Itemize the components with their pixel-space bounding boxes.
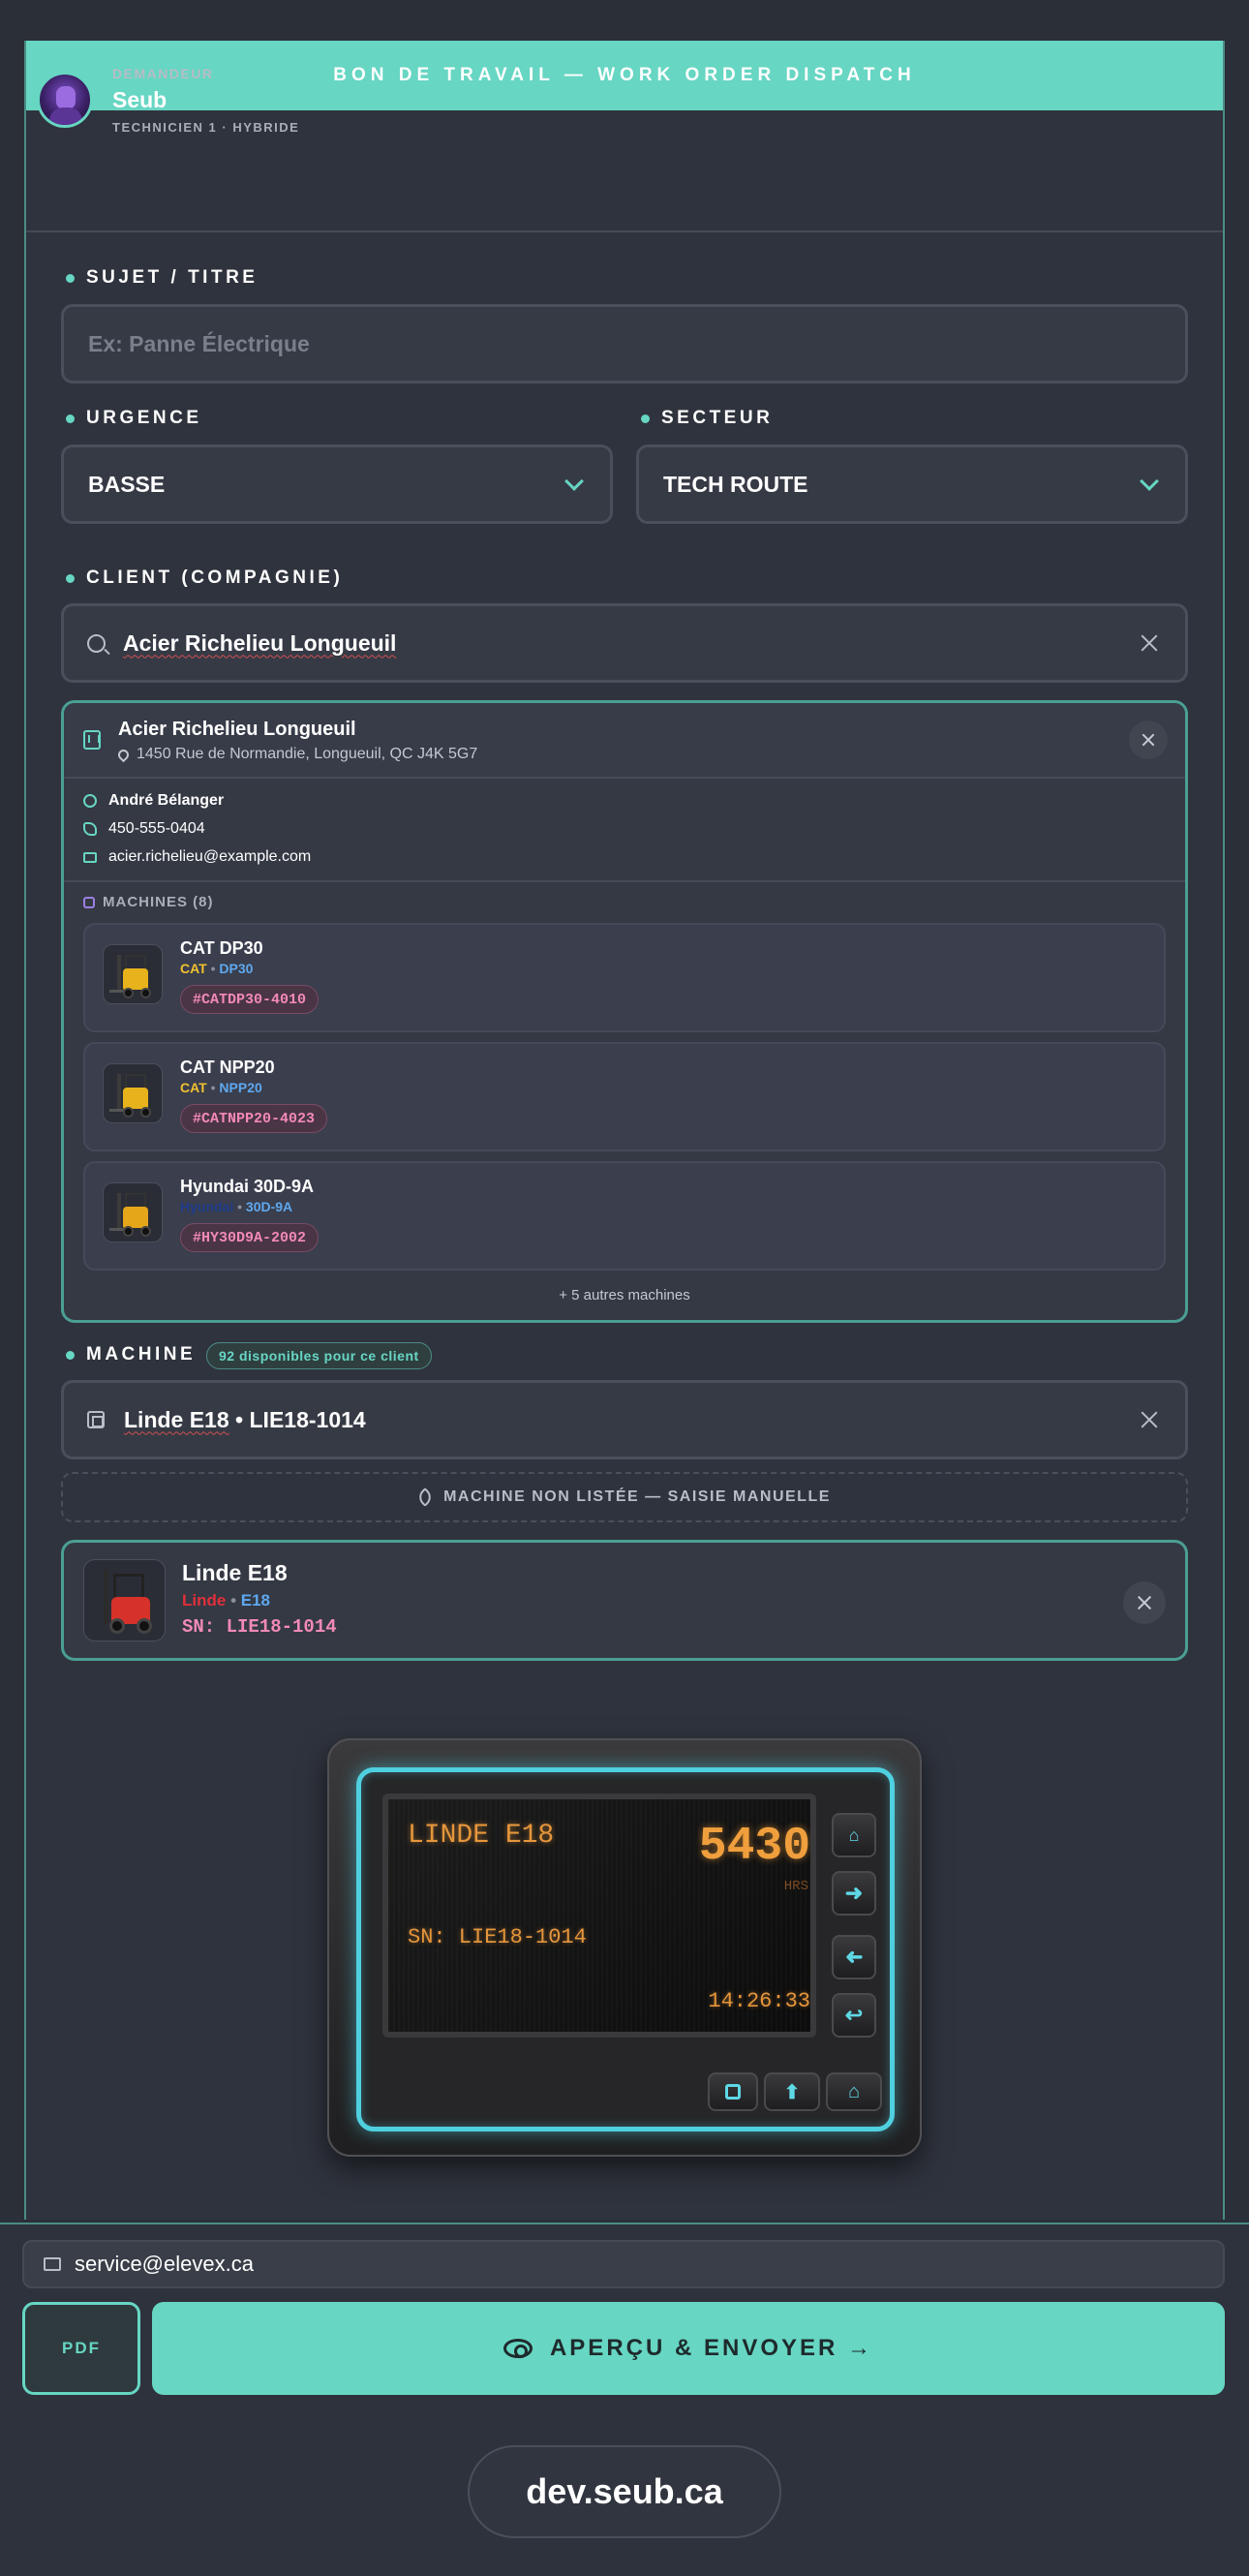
forklift-thumbnail [83, 1559, 166, 1641]
selected-machine-name: Linde E18 [182, 1560, 288, 1585]
machine-name: Hyundai 30D-9A [180, 1177, 315, 1196]
display-machine: LINDE E18 [408, 1821, 555, 1851]
machine-brand-model: Hyundai • 30D-9A [180, 1199, 293, 1214]
selected-machine-serial: SN: LIE18-1014 [182, 1616, 337, 1638]
required-dot-icon [66, 1350, 75, 1360]
display-time: 14:26:33 [708, 1989, 810, 2013]
pencil-icon [415, 1487, 435, 1507]
hour-meter-display: LINDE E18 5430 HRS SN: LIE18-1014 14:26:… [327, 1738, 922, 2157]
pdf-button[interactable]: PDF [22, 2302, 140, 2395]
manual-entry-button[interactable]: MACHINE NON LISTÉE — SAISIE MANUELLE [61, 1472, 1188, 1522]
machine-search-value: Linde E18 • LIE18-1014 [124, 1406, 366, 1432]
machine-brand-model: CAT • NPP20 [180, 1080, 262, 1095]
chip-icon [87, 1411, 105, 1428]
urgency-select[interactable]: BASSE [61, 445, 613, 524]
sector-label: SECTEUR [641, 408, 773, 429]
list-item[interactable]: Hyundai 30D-9A Hyundai • 30D-9A #HY30D9A… [83, 1161, 1166, 1271]
machine-tag: #HY30D9A-2002 [180, 1223, 320, 1252]
recipient-email-field[interactable]: service@elevex.ca [22, 2240, 1225, 2288]
square-button-icon[interactable] [708, 2072, 758, 2111]
recipient-email-value: service@elevex.ca [75, 2252, 254, 2276]
display-serial: SN: LIE18-1014 [408, 1925, 587, 1949]
building-icon [83, 730, 101, 750]
action-bar: service@elevex.ca PDF APERÇU & ENVOYER →… [0, 2223, 1249, 2576]
display-hours: 5430 [698, 1821, 810, 1873]
phone-icon [83, 822, 97, 836]
subject-label: SUJET / TITRE [66, 267, 258, 289]
sector-value: TECH ROUTE [663, 471, 808, 497]
client-search-input[interactable]: Acier Richelieu Longueuil [61, 603, 1188, 683]
remove-machine-button[interactable] [1123, 1581, 1166, 1624]
client-search-value: Acier Richelieu Longueuil [123, 629, 397, 656]
requester-role: TECHNICIEN 1 · HYBRIDE [112, 120, 300, 135]
arrow-up-icon[interactable]: ⬆ [764, 2072, 820, 2111]
contact-name: André Bélanger [83, 792, 224, 810]
domain-link[interactable]: dev.seub.ca [468, 2445, 781, 2538]
more-machines-link[interactable]: + 5 autres machines [64, 1287, 1185, 1303]
machine-search-input[interactable]: Linde E18 • LIE18-1014 [61, 1380, 1188, 1459]
machine-label: MACHINE [66, 1344, 196, 1365]
sector-select[interactable]: TECH ROUTE [636, 445, 1188, 524]
client-address: 1450 Rue de Normandie, Longueuil, QC J4K… [115, 746, 477, 763]
machine-tag: #CATDP30-4010 [180, 985, 320, 1014]
subject-input[interactable]: Ex: Panne Électrique [61, 304, 1188, 383]
display-bezel: LINDE E18 5430 HRS SN: LIE18-1014 14:26:… [356, 1767, 895, 2131]
avatar [37, 72, 93, 128]
required-dot-icon [66, 573, 75, 583]
clear-machine-icon[interactable] [1139, 1409, 1160, 1430]
chevron-down-icon [564, 472, 584, 491]
arrow-left-icon[interactable]: ➜ [832, 1935, 876, 1979]
machine-name: CAT DP30 [180, 938, 263, 958]
required-dot-icon [66, 273, 75, 283]
selected-machine-card: Linde E18 Linde • E18 SN: LIE18-1014 [61, 1540, 1188, 1661]
eye-icon [503, 2339, 533, 2358]
urgency-label: URGENCE [66, 408, 202, 429]
chevron-down-icon [1140, 472, 1159, 491]
contact-phone[interactable]: 450-555-0404 [83, 820, 205, 838]
machines-label: MACHINES (8) [83, 894, 214, 910]
client-card: Acier Richelieu Longueuil 1450 Rue de No… [61, 700, 1188, 1323]
remove-client-button[interactable] [1129, 721, 1168, 759]
preview-send-button[interactable]: APERÇU & ENVOYER → [152, 2302, 1225, 2395]
list-item[interactable]: CAT DP30 CAT • DP30 #CATDP30-4010 [83, 923, 1166, 1032]
client-card-name: Acier Richelieu Longueuil [118, 719, 356, 740]
home-icon[interactable]: ⌂ [826, 2072, 882, 2111]
client-card-header: Acier Richelieu Longueuil 1450 Rue de No… [64, 703, 1185, 779]
urgency-value: BASSE [88, 471, 166, 497]
forklift-thumbnail [103, 1182, 163, 1242]
selected-machine-brand-model: Linde • E18 [182, 1591, 270, 1610]
chip-icon [83, 896, 95, 908]
forklift-thumbnail [103, 1063, 163, 1123]
clear-client-icon[interactable] [1139, 632, 1160, 654]
menu-button-icon[interactable]: ⌂ [832, 1813, 876, 1857]
return-icon[interactable]: ↩ [832, 1993, 876, 2038]
list-item[interactable]: CAT NPP20 CAT • NPP20 #CATNPP20-4023 [83, 1042, 1166, 1151]
contact-email[interactable]: acier.richelieu@example.com [83, 848, 311, 866]
display-screen: LINDE E18 5430 HRS SN: LIE18-1014 14:26:… [382, 1794, 816, 2038]
machine-brand-model: CAT • DP30 [180, 961, 254, 976]
requester-name: Seub [112, 87, 168, 112]
arrow-right-icon[interactable]: ➜ [832, 1871, 876, 1916]
machines-available-badge: 92 disponibles pour ce client [206, 1342, 432, 1369]
map-pin-icon [115, 747, 132, 762]
divider [64, 880, 1185, 882]
required-dot-icon [641, 414, 650, 423]
display-hours-unit: HRS [783, 1879, 808, 1894]
required-dot-icon [66, 414, 75, 423]
subject-placeholder: Ex: Panne Électrique [88, 330, 310, 356]
search-icon [87, 633, 106, 653]
mail-icon [83, 851, 97, 863]
machine-name: CAT NPP20 [180, 1058, 275, 1077]
machine-tag: #CATNPP20-4023 [180, 1104, 328, 1133]
client-label: CLIENT (COMPAGNIE) [66, 567, 343, 589]
user-icon [83, 794, 97, 808]
forklift-thumbnail [103, 944, 163, 1004]
requester-label: DEMANDEUR [112, 66, 214, 81]
mail-icon [44, 2257, 61, 2271]
